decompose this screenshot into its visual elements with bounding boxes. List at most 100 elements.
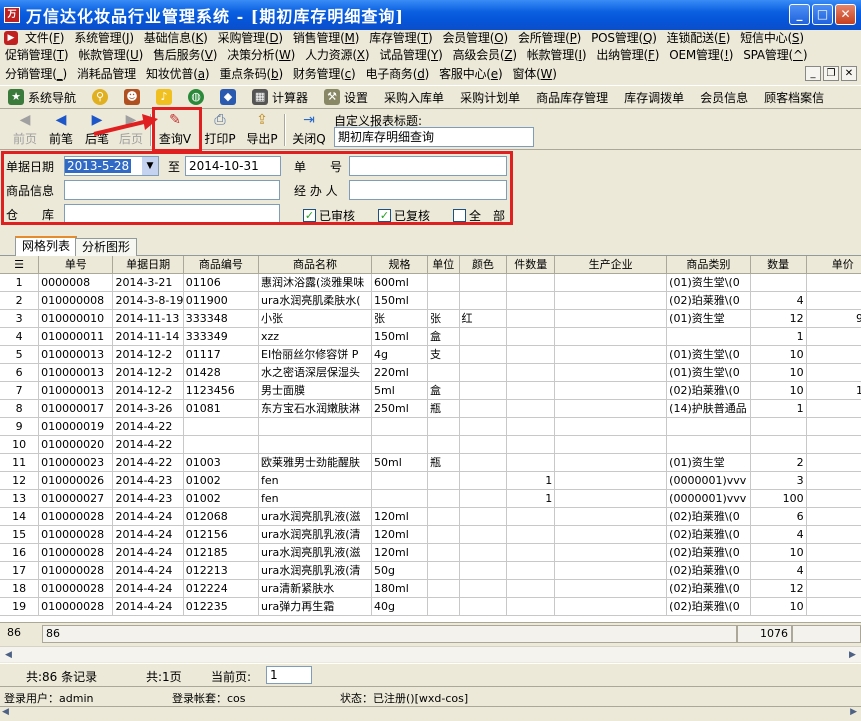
column-header[interactable]: 单据日期 (112, 256, 184, 274)
menu-item-menu2-4[interactable]: 人力资源(X) (300, 46, 374, 63)
nav-member-info[interactable]: 会员信息 (692, 89, 756, 106)
bottom-scrollbar[interactable]: ◀ ▶ (0, 706, 861, 721)
nav-search[interactable]: ⚲ (84, 89, 116, 105)
menu-item-menu3-5[interactable]: 电子商务(d) (361, 65, 435, 82)
column-header[interactable]: 单价 (806, 256, 861, 274)
menu-item-menu2-6[interactable]: 高级会员(Z) (448, 46, 522, 63)
nav-stock-transfer[interactable]: 库存调拨单 (616, 89, 692, 106)
nav-calculator[interactable]: ▦ 计算器 (244, 89, 316, 106)
menu-item-menu2-0[interactable]: 促销管理(T) (0, 46, 73, 63)
menu-item-menu2-1[interactable]: 帐款管理(U) (73, 46, 148, 63)
menu-item-menu1-2[interactable]: 基础信息(K) (139, 29, 213, 46)
scroll-right-icon[interactable]: ▶ (850, 707, 857, 717)
column-header[interactable]: 单位 (427, 256, 460, 274)
table-row[interactable]: 6 010000013 2014-12-2 01428 水之密语深层保湿头 220ml (0… (0, 363, 861, 382)
column-header[interactable]: 颜色 (459, 256, 508, 274)
scroll-left-icon[interactable]: ◀ (2, 707, 9, 717)
table-row[interactable]: 15 010000028 2014-4-24 012156 ura水润亮肌乳液(清 120… (0, 525, 861, 544)
nav-diamond[interactable]: ◆ (212, 89, 244, 105)
table-row[interactable]: 9 010000019 2014-4-22 (0, 417, 861, 436)
column-header[interactable]: 规格 (371, 256, 428, 274)
menu-item-menu2-2[interactable]: 售后服务(V) (148, 46, 222, 63)
table-cell (459, 507, 508, 526)
nav-customer-file[interactable]: 顾客档案信 (756, 89, 832, 106)
nav-stock-manage[interactable]: 商品库存管理 (528, 89, 616, 106)
menu-item-menu2-5[interactable]: 试品管理(Y) (374, 46, 447, 63)
table-row[interactable]: 40100000112014-11-14333349xzz150ml盒 110 (0, 327, 861, 346)
table-row[interactable]: 10 010000020 2014-4-22 (0, 435, 861, 454)
current-page-input[interactable]: 1 (266, 666, 312, 684)
tab-grid-list[interactable]: 网格列表 (15, 236, 78, 257)
scroll-left-icon[interactable]: ◀ (1, 648, 16, 662)
menu-item-menu1-7[interactable]: 会所管理(P) (513, 29, 586, 46)
horizontal-scrollbar[interactable]: ◀ ▶ (0, 646, 861, 662)
column-header[interactable]: 商品类别 (666, 256, 751, 274)
nav-settings[interactable]: ⚒ 设置 (316, 89, 376, 106)
export-button[interactable]: ⇪ 导出P (243, 112, 281, 147)
table-cell: 2014-3-8-19 (112, 291, 184, 310)
table-row[interactable]: 18 010000028 2014-4-24 012224 ura清新紧肤水 180ml (… (0, 579, 861, 598)
scroll-right-icon[interactable]: ▶ (845, 648, 860, 662)
table-row[interactable]: 12 010000026 2014-4-23 01002 fen 1 (0000001)vv… (0, 471, 861, 490)
mdi-minimize-button[interactable]: _ (805, 66, 821, 81)
menu-item-menu2-3[interactable]: 决策分析(W) (222, 46, 300, 63)
menu-item-menu3-6[interactable]: 客服中心(e) (434, 65, 507, 82)
table-row[interactable]: 11 010000023 2014-4-22 01003 欧莱雅男士劲能醒肤 50ml 瓶 (… (0, 453, 861, 472)
column-header[interactable]: 生产企业 (554, 256, 668, 274)
menu-item-menu3-3[interactable]: 重点条码(b) (214, 65, 288, 82)
menu-item-menu1-10[interactable]: 短信中心(S) (735, 29, 809, 46)
close-query-button[interactable]: ⇥ 关闭Q (290, 112, 328, 147)
table-row[interactable]: 3 010000010 2014-11-13 333348 小张张张红 (01)资生堂 12… (0, 309, 861, 328)
report-title-input[interactable]: 期初库存明细查询 (334, 127, 534, 147)
print-button[interactable]: ⎙ 打印P (201, 112, 239, 147)
table-row[interactable]: 7 010000013 2014-12-2 1123456 男士面膜 5ml 盒 (02)珀莱… (0, 381, 861, 400)
menu-item-menu2-8[interactable]: 出纳管理(F) (591, 46, 664, 63)
tab-analysis-chart[interactable]: 分析图形 (75, 238, 138, 256)
table-row[interactable]: 14 010000028 2014-4-24 012068 ura水润亮肌乳液(滋 120… (0, 507, 861, 526)
table-row[interactable]: 17 010000028 2014-4-24 012213 ura水润亮肌乳液(清 50g… (0, 561, 861, 580)
menu-item-menu1-8[interactable]: POS管理(Q) (586, 29, 662, 46)
table-row[interactable]: 16 010000028 2014-4-24 012185 ura水润亮肌乳液(滋 120… (0, 543, 861, 562)
table-row[interactable]: 13 010000027 2014-4-23 01002 fen 1 (0000001)vv… (0, 489, 861, 508)
maximize-button[interactable]: □ (812, 4, 833, 25)
nav-purchase-plan[interactable]: 采购计划单 (452, 89, 528, 106)
table-row[interactable]: 19 010000028 2014-4-24 012235 ura弹力再生霜 40g (02… (0, 597, 861, 616)
table-cell (427, 363, 460, 382)
menu-item-menu2-9[interactable]: OEM管理(!) (664, 46, 738, 63)
menu-item-menu1-9[interactable]: 连锁配送(E) (662, 29, 736, 46)
column-header[interactable]: ☰ (0, 256, 40, 274)
column-header[interactable]: 单号 (38, 256, 114, 274)
mdi-restore-button[interactable]: ❐ (823, 66, 839, 81)
menu-item-menu1-4[interactable]: 销售管理(M) (288, 29, 364, 46)
nav-users[interactable]: ☻ (116, 89, 148, 105)
menu-item-menu1-5[interactable]: 库存管理(T) (364, 29, 437, 46)
minimize-button[interactable]: _ (789, 4, 810, 25)
table-row[interactable]: 1 0000008 2014-3-21 01106 惠润沐浴露(淡雅果味 600ml (01… (0, 273, 861, 292)
menu-item-menu3-4[interactable]: 财务管理(c) (288, 65, 361, 82)
menu-item-menu1-6[interactable]: 会员管理(O) (438, 29, 513, 46)
close-button[interactable]: ✕ (835, 4, 856, 25)
table-row[interactable]: 2 010000008 2014-3-8-19 011900 ura水润亮肌柔肤水(15… (0, 291, 861, 310)
menu-item-menu3-7[interactable]: 窗体(W) (507, 65, 561, 82)
column-header[interactable]: 商品名称 (258, 256, 372, 274)
nav-globe[interactable]: ◍ (180, 89, 212, 105)
column-header[interactable]: 件数量 (506, 256, 556, 274)
menu-item-menu3-0[interactable]: 分销管理(_) (0, 65, 72, 82)
nav-bell[interactable]: ♪ (148, 89, 180, 105)
column-header[interactable]: 数量 (750, 256, 807, 274)
column-header[interactable]: 商品编号 (183, 256, 260, 274)
menu-item-menu1-0[interactable]: 文件(F) (20, 29, 69, 46)
menu-item-menu3-2[interactable]: 知妆优普(a) (141, 65, 214, 82)
menu-item-menu2-7[interactable]: 帐款管理(I) (522, 46, 592, 63)
menu-item-menu3-1[interactable]: 消耗品管理 (72, 65, 141, 82)
prev-record-button[interactable]: ◀ 前笔 (42, 112, 80, 147)
mdi-close-button[interactable]: ✕ (841, 66, 857, 81)
menu-item-menu1-1[interactable]: 系统管理(J) (69, 29, 139, 46)
nav-system[interactable]: ★ 系统导航 (0, 89, 84, 106)
table-row[interactable]: 5 010000013 2014-12-2 01117 EI怡丽丝尔修容饼 P 4g 支 (0… (0, 345, 861, 364)
table-row[interactable]: 8 010000017 2014-3-26 01081 东方宝石水润嫩肤淋 250ml 瓶 (… (0, 399, 861, 418)
menu-item-menu1-3[interactable]: 采购管理(D) (213, 29, 288, 46)
menu-item-menu2-10[interactable]: SPA管理(^) (738, 46, 812, 63)
nav-purchase-in[interactable]: 采购入库单 (376, 89, 452, 106)
prev-page-button[interactable]: ◀ 前页 (6, 112, 44, 147)
